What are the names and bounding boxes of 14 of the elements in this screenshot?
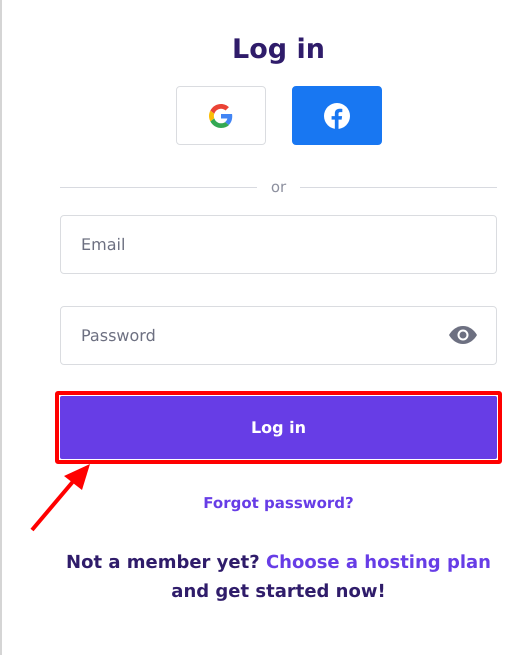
pointer-arrow	[28, 462, 92, 534]
hosting-plan-link[interactable]: Choose a hosting plan	[266, 552, 491, 573]
facebook-button[interactable]	[292, 86, 382, 145]
google-button[interactable]	[176, 86, 266, 145]
page-title: Log in	[232, 34, 325, 65]
f-logo-icon	[324, 102, 350, 128]
signup-prompt: Not a member yet? Choose a hosting plan and get started now!	[65, 551, 492, 604]
password-field[interactable]: Password	[60, 306, 497, 365]
forgot-password-link[interactable]: Forgot password?	[203, 494, 354, 512]
email-field[interactable]: Email	[60, 215, 497, 274]
g-logo-icon	[208, 104, 232, 128]
login-button[interactable]: Log in	[60, 396, 497, 459]
eye-icon[interactable]	[449, 326, 477, 344]
divider-text: or	[270, 178, 286, 196]
